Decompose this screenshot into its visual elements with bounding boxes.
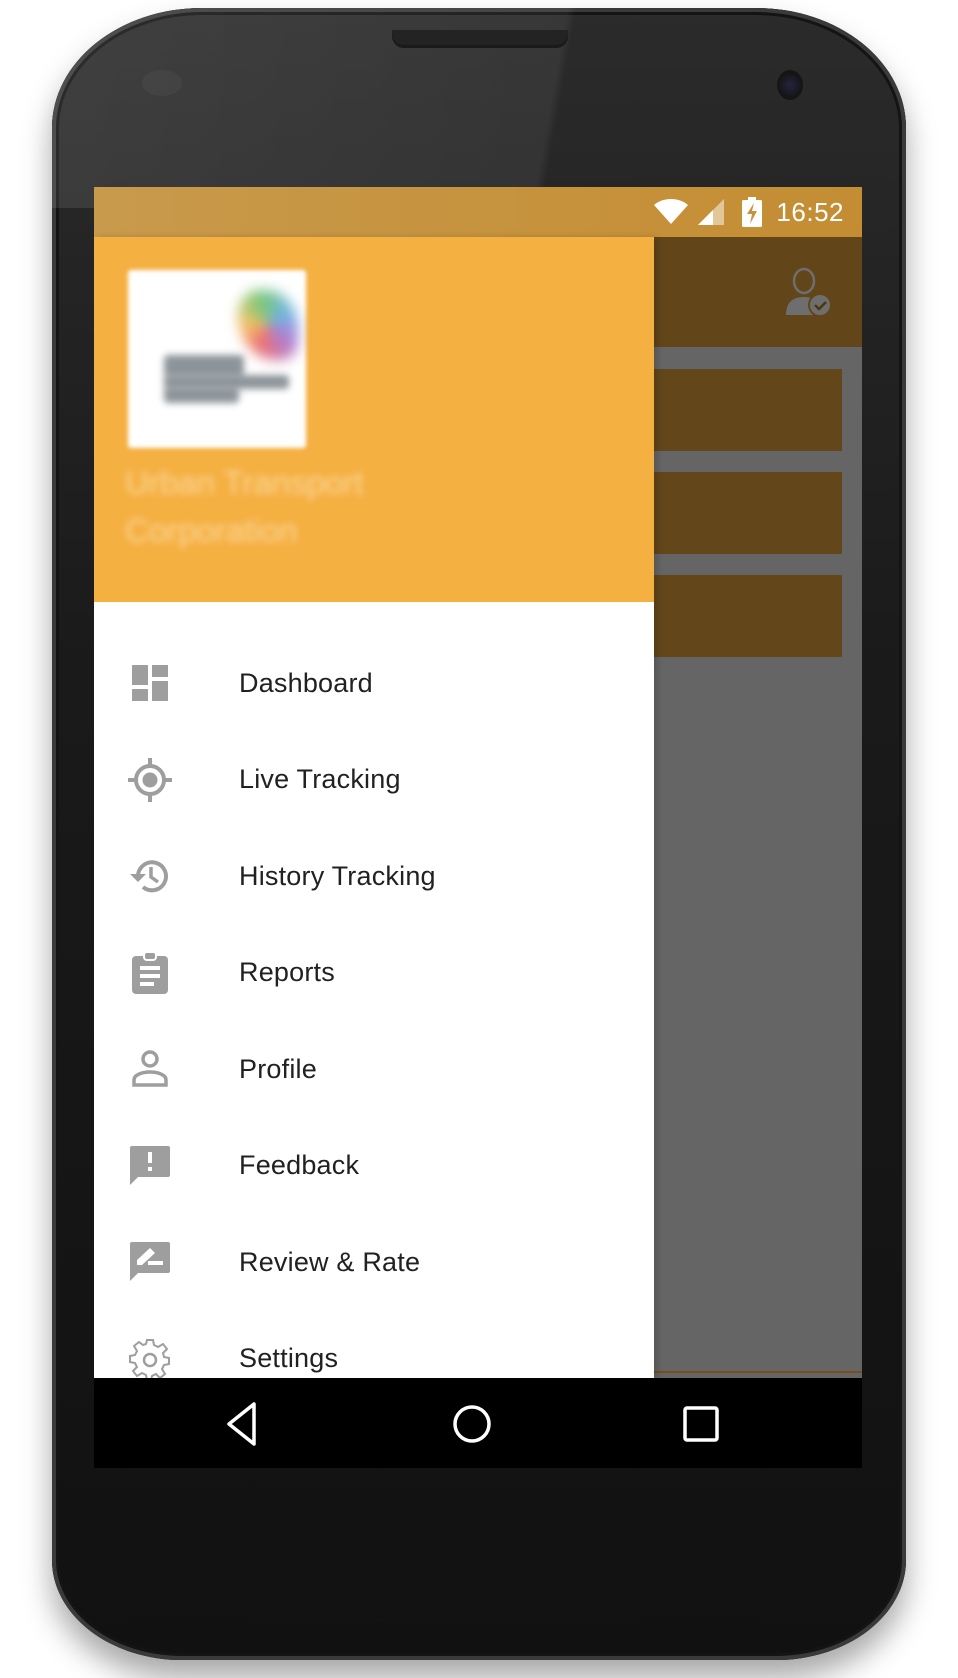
gps-target-icon <box>128 757 172 802</box>
feedback-icon <box>130 1145 170 1185</box>
menu-item-feedback[interactable]: Feedback <box>94 1118 654 1215</box>
menu-item-live-tracking[interactable]: Live Tracking <box>94 732 654 829</box>
menu-item-label: Profile <box>239 1053 317 1084</box>
history-icon <box>130 860 168 893</box>
gear-icon <box>129 1338 170 1381</box>
wifi-icon <box>654 199 689 224</box>
system-nav-bar <box>94 1378 862 1468</box>
status-time: 16:52 <box>776 196 844 227</box>
drawer-menu: Dashboard Live Tracking History Tracking… <box>94 602 654 1407</box>
menu-item-review-rate[interactable]: Review & Rate <box>94 1214 654 1311</box>
battery-charging-icon <box>742 197 763 227</box>
menu-item-label: History Tracking <box>239 860 436 891</box>
company-logo <box>128 270 306 448</box>
recents-icon[interactable] <box>676 1400 726 1448</box>
rate-review-icon <box>130 1242 170 1282</box>
home-icon[interactable] <box>447 1400 497 1448</box>
menu-item-history-tracking[interactable]: History Tracking <box>94 828 654 925</box>
device-screen: s reserved. 16:52 <box>94 187 862 1468</box>
menu-item-label: Review & Rate <box>239 1246 421 1277</box>
dashboard-icon <box>132 665 168 702</box>
user-check-icon[interactable] <box>784 267 832 319</box>
menu-item-label: Dashboard <box>239 667 373 698</box>
drawer-header: Urban Transport Corporation <box>94 237 654 602</box>
earpiece-speaker <box>392 30 568 48</box>
menu-item-reports[interactable]: Reports <box>94 925 654 1022</box>
menu-item-profile[interactable]: Profile <box>94 1021 654 1118</box>
company-name: Urban Transport Corporation <box>125 464 364 549</box>
menu-item-label: Live Tracking <box>239 764 401 795</box>
menu-item-dashboard[interactable]: Dashboard <box>94 635 654 732</box>
menu-item-label: Feedback <box>239 1150 360 1181</box>
menu-item-label: Reports <box>239 957 335 988</box>
navigation-drawer: Urban Transport Corporation Dashboard Li… <box>94 237 654 1381</box>
person-icon <box>132 1050 168 1087</box>
front-camera <box>777 70 803 100</box>
back-icon[interactable] <box>219 1400 269 1448</box>
clipboard-icon <box>132 950 168 994</box>
proximity-sensor <box>142 70 182 96</box>
menu-item-label: Settings <box>239 1343 339 1374</box>
status-bar: 16:52 <box>94 187 862 237</box>
cell-signal-icon <box>698 199 725 225</box>
